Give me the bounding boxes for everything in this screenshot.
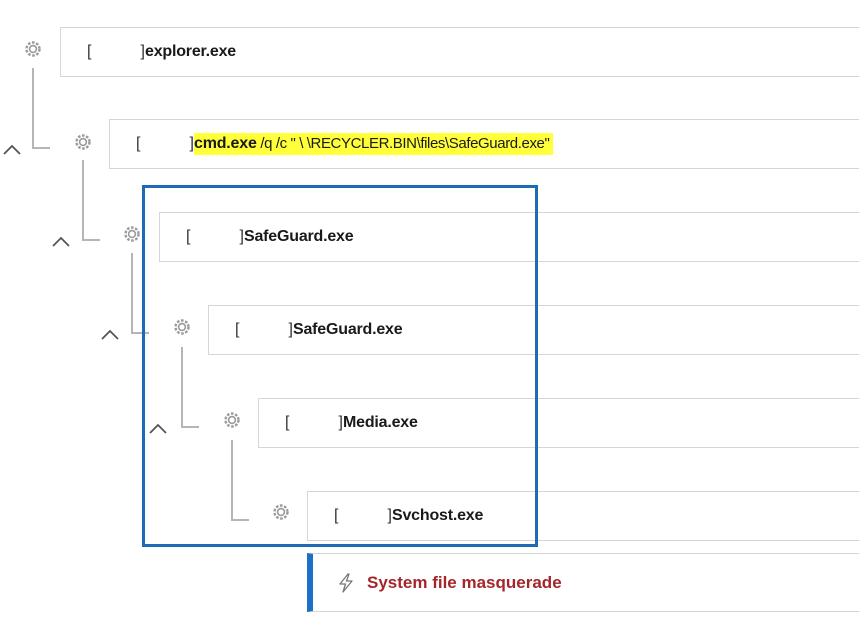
process-row-media[interactable]: [] Media.exe	[258, 398, 859, 448]
chevron-up-icon[interactable]	[50, 235, 72, 249]
gear-icon	[122, 224, 142, 244]
chevron-up-icon[interactable]	[147, 422, 169, 436]
process-tree: [] explorer.exe [] cmd.exe /q /c " \ \RE…	[0, 0, 859, 622]
alert-row[interactable]: System file masquerade	[307, 553, 859, 612]
process-name: SafeGuard.exe	[293, 321, 403, 338]
tree-connector	[181, 347, 183, 427]
process-row-safeguard[interactable]: [] SafeGuard.exe	[159, 212, 859, 262]
alert-title: System file masquerade	[367, 572, 562, 592]
gear-icon	[23, 39, 43, 59]
tree-connector	[181, 426, 199, 428]
process-name: Media.exe	[343, 414, 418, 431]
gear-icon	[172, 317, 192, 337]
lightning-icon	[337, 572, 355, 593]
process-name: SafeGuard.exe	[244, 228, 354, 245]
command-args: /q /c " \ \RECYCLER.BIN\files\SafeGuard.…	[256, 135, 550, 152]
tree-connector	[231, 519, 249, 521]
process-row-safeguard-child[interactable]: [] SafeGuard.exe	[208, 305, 859, 355]
tree-connector	[231, 440, 233, 520]
command-line-highlight: cmd.exe /q /c " \ \RECYCLER.BIN\files\Sa…	[194, 133, 554, 155]
tree-connector	[82, 239, 100, 241]
process-name: Svchost.exe	[392, 507, 484, 524]
tree-connector	[131, 253, 133, 333]
process-row-explorer[interactable]: [] explorer.exe	[60, 27, 859, 77]
gear-icon	[271, 502, 291, 522]
tree-connector	[131, 332, 149, 334]
process-name: cmd.exe	[194, 135, 257, 152]
chevron-up-icon[interactable]	[1, 143, 23, 157]
chevron-up-icon[interactable]	[99, 328, 121, 342]
process-row-cmd[interactable]: [] cmd.exe /q /c " \ \RECYCLER.BIN\files…	[109, 119, 859, 169]
tree-connector	[32, 147, 50, 149]
process-name: explorer.exe	[145, 43, 236, 60]
tree-connector	[32, 68, 34, 148]
process-row-svchost[interactable]: [] Svchost.exe	[307, 491, 859, 541]
tree-connector	[82, 160, 84, 240]
gear-icon	[222, 410, 242, 430]
gear-icon	[73, 132, 93, 152]
